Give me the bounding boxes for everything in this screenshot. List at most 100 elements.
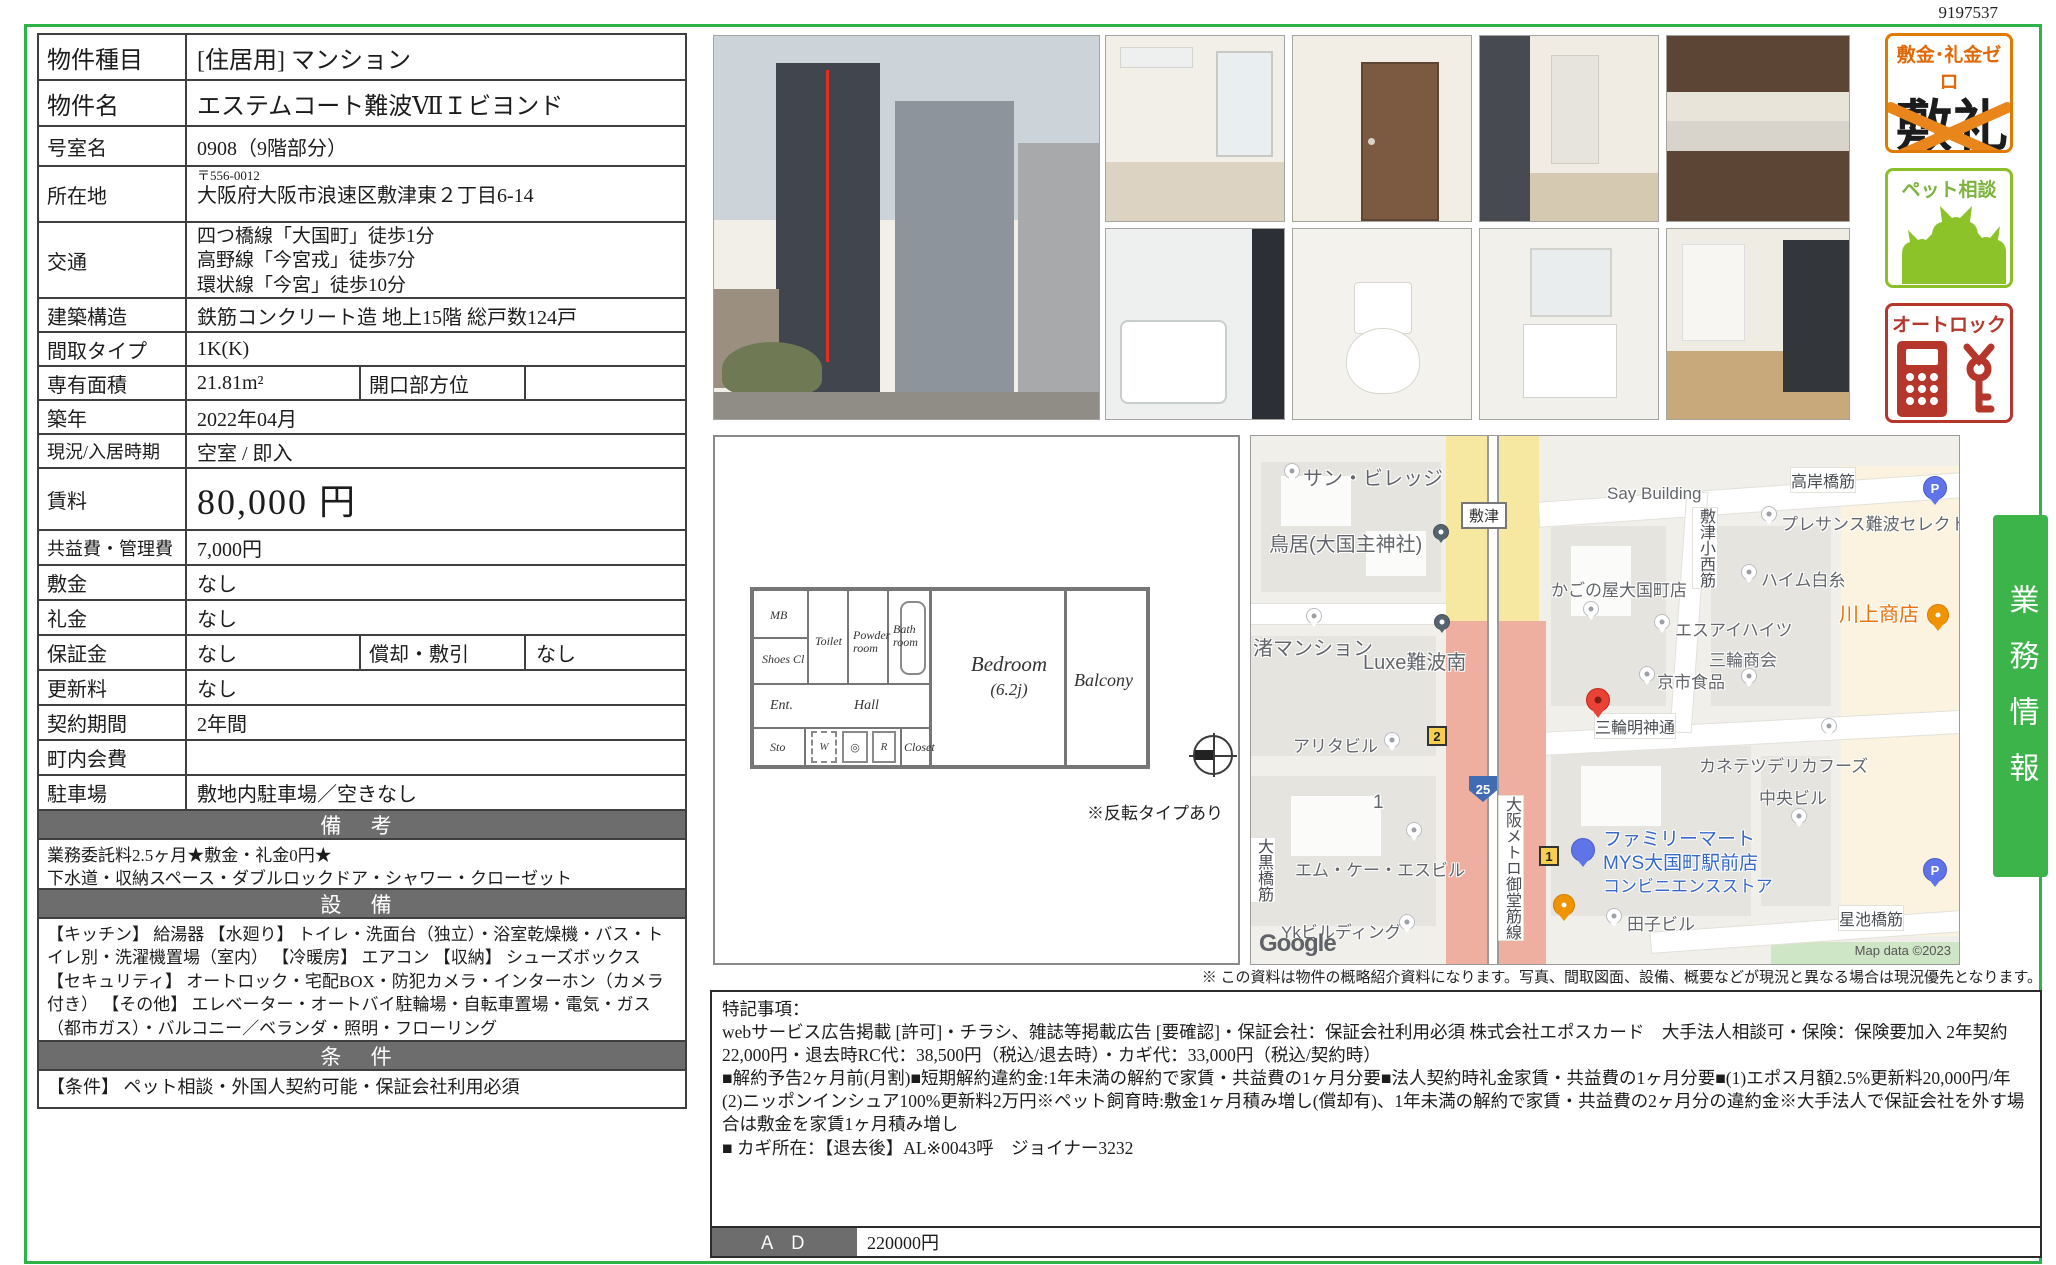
map-label-daikokubashi: 大黒橋筋 bbox=[1251, 838, 1275, 902]
station-exit-1[interactable]: 1 bbox=[1539, 846, 1559, 866]
map-label-say-building: Say Building bbox=[1607, 484, 1702, 504]
row-value: 鉄筋コンクリート造 地上15階 総戸数124戸 bbox=[187, 299, 685, 331]
row-deposit: 敷金 なし bbox=[39, 566, 685, 601]
autolock-icons bbox=[1888, 341, 2010, 417]
parking-pin[interactable]: P bbox=[1923, 476, 1947, 500]
google-logo: Google bbox=[1259, 930, 1336, 958]
map-pin[interactable] bbox=[1384, 732, 1400, 748]
row-value: 7,000円 bbox=[187, 531, 685, 564]
room-label-sto: Sto bbox=[770, 741, 785, 754]
map-attribution: Map data ©2023 bbox=[1855, 943, 1951, 958]
property-location-pin[interactable] bbox=[1586, 688, 1610, 712]
map-pin[interactable] bbox=[1654, 614, 1670, 630]
map-label-familymart-3: コンビニエンスストア bbox=[1603, 872, 1773, 897]
map-pin[interactable] bbox=[1583, 601, 1599, 617]
map-pin[interactable] bbox=[1606, 908, 1622, 924]
map-label-miwa-myojin: 三輪明神通 bbox=[1595, 714, 1675, 738]
conditions-text: 【条件】 ペット相談・外国人契約可能・保証会社利用必須 bbox=[39, 1071, 685, 1107]
washer-label: W bbox=[819, 741, 828, 753]
row-value: [住居用] マンション bbox=[187, 35, 685, 79]
row-value bbox=[187, 741, 685, 774]
photo-kitchen-floor bbox=[1666, 228, 1850, 420]
location-map[interactable]: 2 1 25 大阪メトロ御堂筋線 敷津 P P サン・ビレッジ 鳥居(大国主神社… bbox=[1250, 435, 1960, 965]
map-disclaimer: ※ この資料は物件の概略紹介資料になります。写真、間取図面、設備、概要などが現況… bbox=[710, 966, 2042, 987]
map-pin[interactable] bbox=[1791, 808, 1807, 824]
map-pin[interactable] bbox=[1639, 666, 1655, 682]
row-label: 契約期間 bbox=[39, 706, 187, 739]
row-label: 築年 bbox=[39, 401, 187, 433]
row-structure: 建築構造 鉄筋コンクリート造 地上15階 総戸数124戸 bbox=[39, 299, 685, 333]
badge-autolock: オートロック bbox=[1885, 303, 2013, 423]
bedroom-size: (6.2j) bbox=[954, 681, 1064, 699]
opening-direction-value bbox=[526, 367, 685, 399]
row-value: 敷地内駐車場／空きなし bbox=[187, 776, 685, 809]
refrigerator-label: R bbox=[881, 741, 888, 753]
wall bbox=[929, 591, 932, 765]
wall-panel bbox=[1682, 244, 1746, 341]
map-pin-luxe[interactable] bbox=[1434, 614, 1450, 630]
row-occupancy: 現況/入居時期 空室 / 即入 bbox=[39, 435, 685, 469]
map-pin[interactable] bbox=[1284, 463, 1300, 479]
row-label: 専有面積 bbox=[39, 367, 187, 399]
row-label: 礼金 bbox=[39, 601, 187, 634]
restaurant-pin[interactable] bbox=[1553, 894, 1575, 916]
lower-cabinet bbox=[1667, 151, 1849, 221]
map-pin[interactable] bbox=[1406, 822, 1422, 838]
row-rent: 賃料 80,000 円 bbox=[39, 469, 685, 531]
map-pin[interactable] bbox=[1399, 914, 1415, 930]
map-label-luxe: Luxe難波南 bbox=[1363, 646, 1466, 675]
parking-pin[interactable]: P bbox=[1923, 858, 1947, 882]
map-pin[interactable] bbox=[1741, 668, 1757, 684]
refrigerator-space: R bbox=[872, 731, 896, 763]
convenience-store-pin[interactable] bbox=[1571, 838, 1595, 862]
map-label-kagonoya: かごの屋大国町店 bbox=[1551, 576, 1687, 601]
map-pin[interactable] bbox=[1741, 564, 1757, 580]
wall bbox=[804, 728, 806, 766]
mirror bbox=[1530, 248, 1612, 317]
vanity bbox=[1523, 324, 1618, 398]
map-pin[interactable] bbox=[1761, 506, 1777, 522]
amortization-label: 償却・敷引 bbox=[361, 636, 526, 669]
wall bbox=[754, 637, 808, 639]
room-label-shoes: Shoes Cl bbox=[762, 653, 804, 666]
station-exit-2[interactable]: 2 bbox=[1427, 726, 1447, 746]
opening-direction-label: 開口部方位 bbox=[361, 367, 526, 399]
photo-toilet bbox=[1292, 228, 1472, 420]
restaurant-pin[interactable] bbox=[1927, 604, 1949, 626]
row-town-fee: 町内会費 bbox=[39, 741, 685, 776]
pets-icon bbox=[1888, 202, 2010, 286]
row-label: 共益費・管理費 bbox=[39, 531, 187, 564]
map-pin[interactable] bbox=[1821, 718, 1837, 734]
intercom-screen bbox=[1906, 349, 1938, 365]
row-parking: 駐車場 敷地内駐車場／空きなし bbox=[39, 776, 685, 811]
row-label: 物件名 bbox=[39, 81, 187, 125]
remarks-line: 業務委託料2.5ヶ月★敷金・礼金0円★ bbox=[47, 844, 677, 867]
map-label-heim: ハイム白糸 bbox=[1761, 566, 1845, 591]
document-id: 9197537 bbox=[1939, 3, 1999, 23]
property-sheet: 9197537 物件種目 [住居用] マンション 物件名 エステムコート難波ⅦＩ… bbox=[0, 0, 2056, 1265]
room-label-bath: Bath room bbox=[893, 623, 923, 648]
row-common-fee: 共益費・管理費 7,000円 bbox=[39, 531, 685, 566]
map-pin[interactable] bbox=[1306, 608, 1322, 624]
access-line: 四つ橋線「大国町」徒歩1分 bbox=[197, 225, 685, 249]
counter bbox=[1667, 121, 1849, 151]
floorplan-drawing: W ◎ R MB Shoes Cl Toilet Powder room Bat… bbox=[750, 587, 1150, 769]
tree bbox=[722, 342, 822, 396]
road-left bbox=[1251, 604, 1446, 624]
room-label-mb: MB bbox=[770, 609, 787, 622]
floorplan-note: ※反転タイプあり bbox=[1087, 799, 1223, 824]
map-pin-shrine[interactable] bbox=[1433, 524, 1449, 540]
row-label: 更新料 bbox=[39, 671, 187, 704]
map-label-presance: プレサンス難波セレクト bbox=[1781, 510, 1960, 535]
map-label-shikitsu-konishi: 敷津小西筋 bbox=[1693, 508, 1717, 588]
room-label-hall: Hall bbox=[854, 699, 879, 714]
access-line: 環状線「今宮」徒歩10分 bbox=[197, 274, 685, 298]
row-label: 現況/入居時期 bbox=[39, 435, 187, 467]
row-value: なし bbox=[187, 671, 685, 704]
badge-pets-allowed: ペット相談 bbox=[1885, 168, 2013, 288]
intercom-keypad bbox=[1906, 373, 1938, 405]
ad-value: 220000円 bbox=[857, 1228, 2040, 1256]
photo-room-interior bbox=[1105, 35, 1285, 222]
badge-zero-deposit: 敷金･礼金ゼロ 敷 礼 bbox=[1885, 33, 2013, 153]
photo-hallway bbox=[1479, 35, 1659, 222]
